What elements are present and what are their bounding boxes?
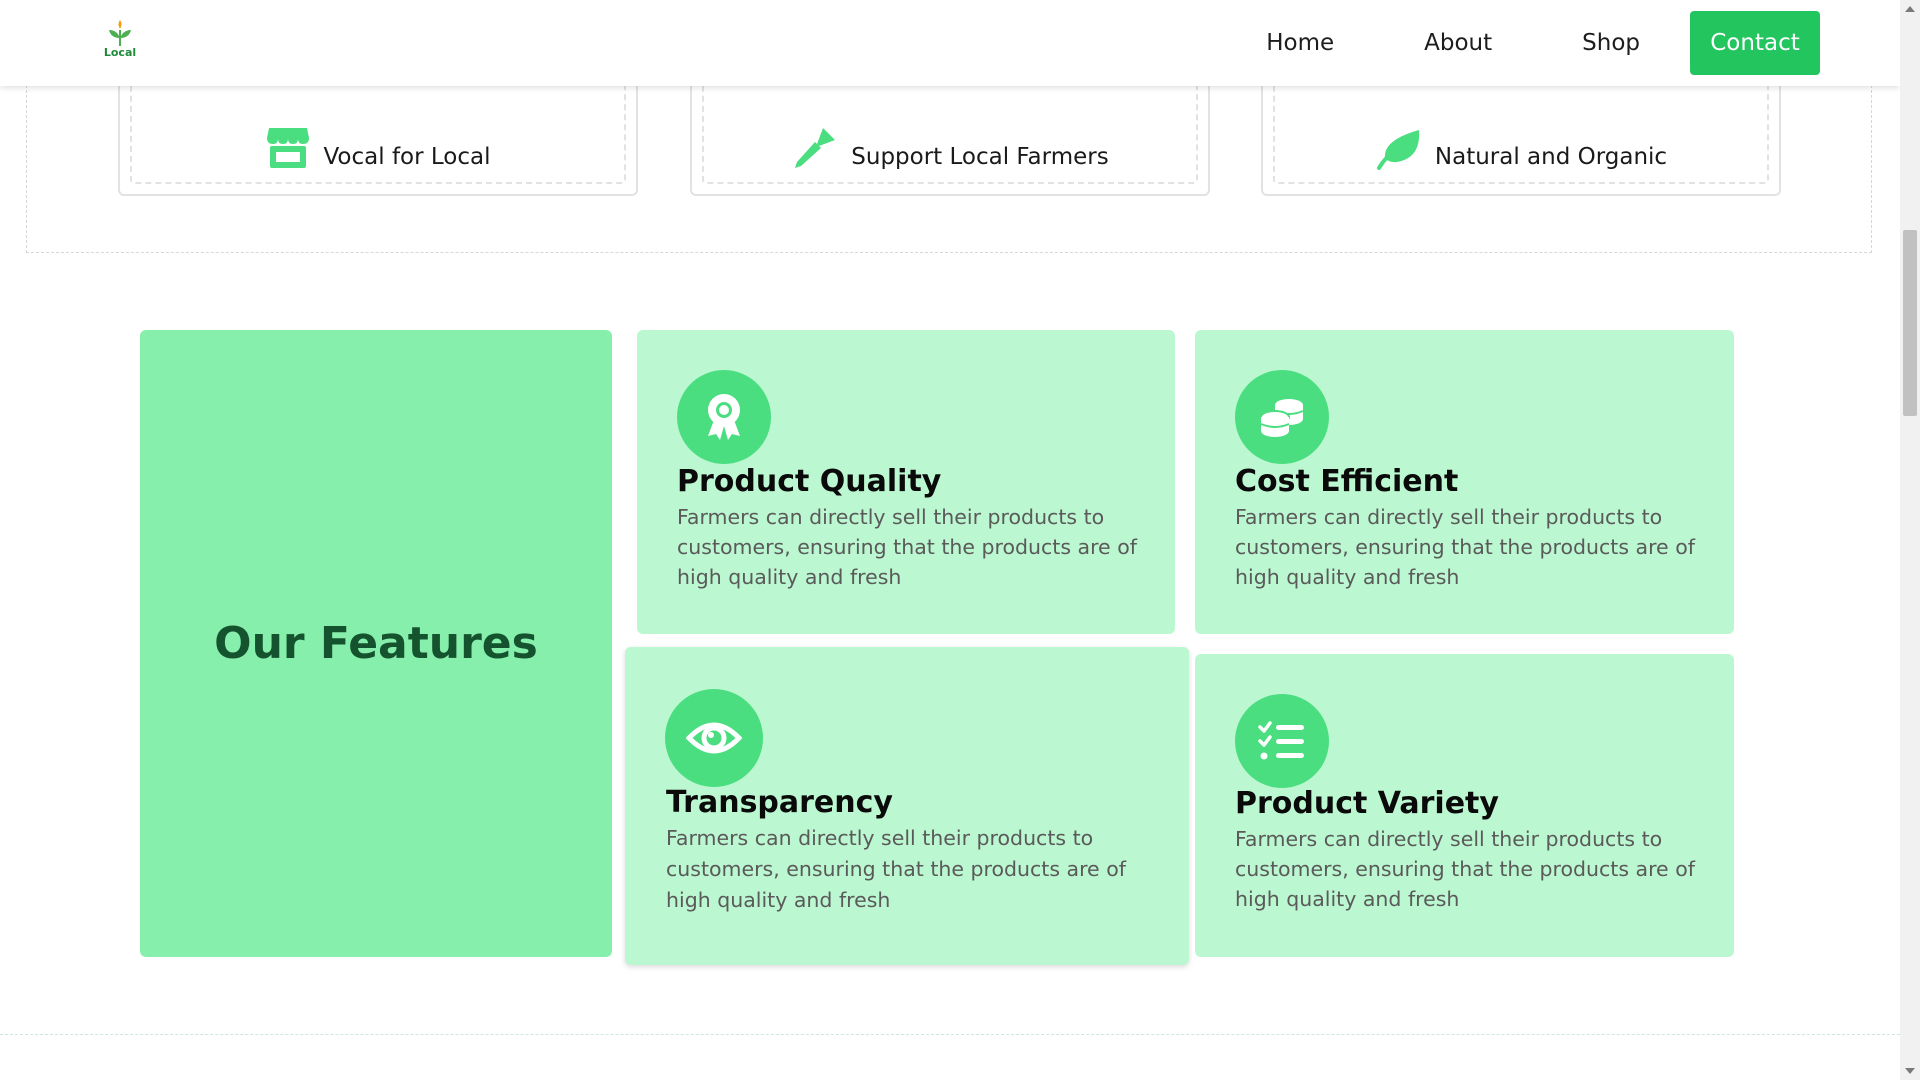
leaf-icon	[1375, 128, 1423, 170]
scrollbar-thumb[interactable]	[1903, 230, 1917, 416]
badge-label: Vocal for Local	[323, 144, 491, 170]
logo[interactable]: Local	[100, 18, 140, 66]
feature-description: Farmers can directly sell their products…	[666, 826, 1126, 912]
trowel-icon	[791, 124, 839, 170]
badge-support-local-farmers: Support Local Farmers	[690, 80, 1210, 196]
nav-link-about[interactable]: About	[1424, 30, 1492, 56]
nav-link-shop[interactable]: Shop	[1582, 30, 1640, 56]
badge-vocal-for-local: Vocal for Local	[118, 80, 638, 196]
features-heading: Our Features	[214, 618, 538, 669]
feature-title: Cost Efficient	[1235, 464, 1459, 499]
features-title-card: Our Features	[140, 330, 612, 957]
feature-title: Product Variety	[1235, 786, 1499, 821]
store-icon	[265, 124, 311, 170]
coins-icon	[1235, 370, 1329, 464]
section-divider	[0, 1034, 1900, 1035]
nav-links: Home About Shop Contact	[1266, 11, 1820, 75]
award-icon	[677, 370, 771, 464]
feature-card-product-quality: Product Quality Farmers can directly sel…	[637, 330, 1175, 634]
scroll-down-arrow-icon[interactable]	[1905, 1068, 1915, 1074]
feature-card-transparency: Transparency Farmers can directly sell t…	[625, 647, 1189, 965]
nav-link-home[interactable]: Home	[1266, 30, 1334, 56]
scroll-up-arrow-icon[interactable]	[1905, 6, 1915, 12]
sprout-logo-icon	[109, 20, 131, 46]
contact-button[interactable]: Contact	[1690, 11, 1820, 75]
navbar: Local Home About Shop Contact	[0, 0, 1900, 86]
eye-icon	[665, 689, 763, 787]
page-viewport: Vocal for Local Support Local Farmers Na…	[0, 0, 1900, 1080]
badge-label: Natural and Organic	[1434, 144, 1668, 170]
feature-title: Transparency	[666, 785, 893, 820]
badge-label: Support Local Farmers	[851, 144, 1109, 170]
feature-description: Farmers can directly sell their products…	[1235, 505, 1695, 589]
vertical-scrollbar[interactable]	[1900, 0, 1920, 1080]
feature-description: Farmers can directly sell their products…	[677, 505, 1137, 589]
logo-text: Local	[103, 46, 137, 59]
feature-card-cost-efficient: Cost Efficient Farmers can directly sell…	[1195, 330, 1734, 634]
feature-description: Farmers can directly sell their products…	[1235, 827, 1695, 911]
feature-title: Product Quality	[677, 464, 942, 499]
feature-card-product-variety: Product Variety Farmers can directly sel…	[1195, 654, 1734, 957]
list-check-icon	[1235, 694, 1329, 788]
badge-natural-and-organic: Natural and Organic	[1261, 80, 1781, 196]
